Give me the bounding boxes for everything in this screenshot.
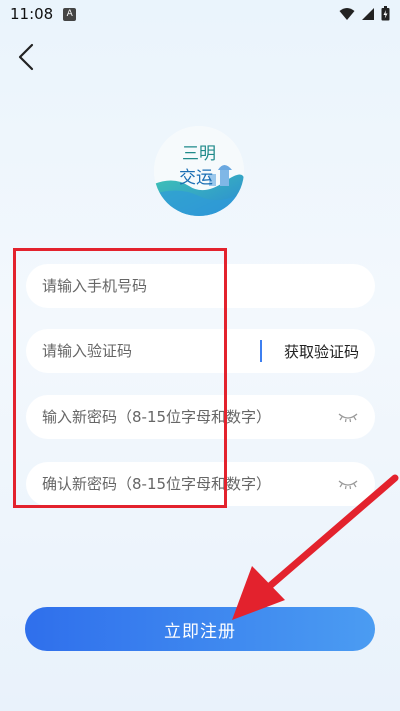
logo-text-top: 三明: [182, 144, 216, 164]
new-password-field[interactable]: [26, 395, 375, 439]
status-bar: 11:08 A: [0, 0, 400, 28]
confirm-password-field[interactable]: [26, 462, 375, 506]
code-divider: [259, 340, 262, 362]
app-logo: 三明 交运: [154, 126, 244, 216]
status-icons: [339, 6, 390, 21]
new-password-input[interactable]: [42, 408, 331, 426]
signal-icon: [362, 7, 374, 20]
confirm-password-input[interactable]: [42, 475, 331, 493]
wifi-icon: [339, 7, 355, 20]
back-button[interactable]: [14, 42, 40, 72]
register-button[interactable]: 立即注册: [25, 607, 375, 651]
logo-text-bottom: 交运: [179, 168, 213, 188]
notification-badge: A: [63, 7, 77, 21]
phone-input[interactable]: [42, 277, 359, 295]
code-field[interactable]: 获取验证码: [26, 329, 375, 373]
eye-closed-icon[interactable]: [337, 477, 359, 491]
code-input[interactable]: [42, 342, 260, 360]
battery-icon: [381, 6, 390, 21]
status-time: 11:08: [10, 5, 54, 23]
back-icon: [18, 43, 34, 71]
get-code-button[interactable]: 获取验证码: [284, 341, 359, 362]
eye-closed-icon[interactable]: [337, 410, 359, 424]
phone-field[interactable]: [26, 264, 375, 308]
logo-icon: 三明 交运: [154, 126, 244, 216]
